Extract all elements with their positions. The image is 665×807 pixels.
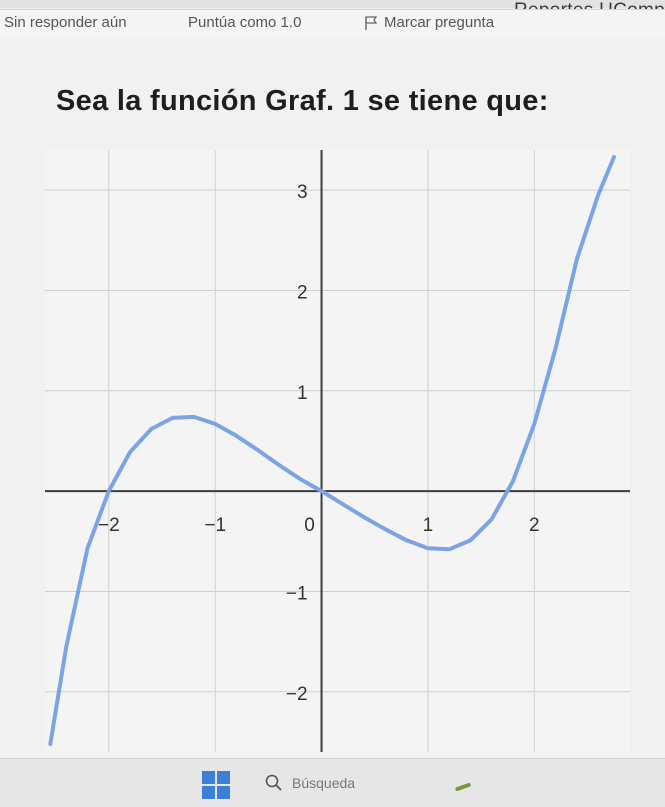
y-tick-label: 3 xyxy=(297,182,308,203)
flag-question-button[interactable]: Marcar pregunta xyxy=(384,14,494,31)
x-tick-label: −1 xyxy=(204,515,226,536)
x-tick-label: 2 xyxy=(529,515,540,536)
x-tick-label: 1 xyxy=(423,515,434,536)
y-tick-label: 2 xyxy=(297,282,308,303)
taskbar: Búsqueda xyxy=(0,758,665,807)
function-graph: −2 −1 0 1 2 −2 −1 1 2 3 xyxy=(0,140,665,760)
search-icon[interactable] xyxy=(264,773,284,793)
y-tick-label: −1 xyxy=(286,583,308,604)
question-score: Puntúa como 1.0 xyxy=(188,14,302,31)
question-text: Sea la función Graf. 1 se tiene que: xyxy=(56,85,549,117)
x-tick-label: −2 xyxy=(98,515,120,536)
x-tick-label: 0 xyxy=(304,515,315,536)
taskbar-app-icon[interactable] xyxy=(454,782,472,792)
y-tick-label: 1 xyxy=(297,383,308,404)
question-status: Sin responder aún xyxy=(4,14,127,31)
y-tick-label: −2 xyxy=(286,684,308,705)
taskbar-search-input[interactable]: Búsqueda xyxy=(292,775,355,791)
flag-icon[interactable] xyxy=(364,16,378,30)
function-graph-svg: −2 −1 0 1 2 −2 −1 1 2 3 xyxy=(45,150,630,752)
question-info-bar: Sin responder aún Puntúa como 1.0 Marcar… xyxy=(0,9,665,39)
